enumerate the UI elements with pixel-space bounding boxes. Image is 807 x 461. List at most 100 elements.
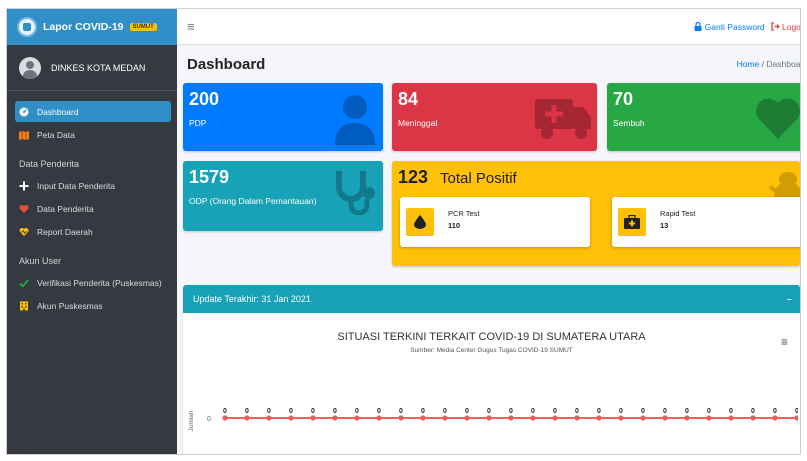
data-point bbox=[420, 415, 426, 421]
chart-subtitle: Sumber: Media Center Gugus Tugas COVID-1… bbox=[410, 347, 573, 354]
sidebar-item-label: Input Data Penderita bbox=[37, 180, 115, 191]
sidebar-item-report-daerah[interactable]: Report Daerah bbox=[17, 221, 171, 242]
data-point bbox=[596, 415, 602, 421]
data-label: 0 bbox=[223, 408, 227, 415]
data-label: 0 bbox=[289, 408, 293, 415]
stat-box-pdp: 200 PDP bbox=[183, 83, 383, 151]
change-password-label: Ganti Password bbox=[704, 21, 765, 32]
user-panel[interactable]: DINKES KOTA MEDAN bbox=[7, 45, 177, 91]
data-label: 0 bbox=[509, 408, 513, 415]
data-label: 0 bbox=[487, 408, 491, 415]
data-point bbox=[376, 415, 382, 421]
stat-box-total-positif: 123 Total Positif PCR Test 110 Rapid Tes… bbox=[392, 161, 800, 266]
rapid-test-title: Rapid Test bbox=[660, 209, 696, 218]
sidebar-item-dashboard[interactable]: Dashboard bbox=[15, 101, 171, 122]
map-icon bbox=[19, 130, 29, 140]
sidebar-item-verifikasi-penderita[interactable]: Verifikasi Penderita (Puskesmas) bbox=[17, 272, 171, 293]
sidebar-item-label: Report Daerah bbox=[37, 226, 93, 237]
ambulance-icon bbox=[535, 99, 591, 139]
data-point bbox=[288, 415, 294, 421]
data-label: 0 bbox=[245, 408, 249, 415]
data-label: 0 bbox=[685, 408, 689, 415]
data-point bbox=[640, 415, 646, 421]
check-icon bbox=[19, 278, 29, 288]
breadcrumb-home[interactable]: Home bbox=[737, 59, 760, 69]
blood-drop-icon bbox=[406, 208, 434, 236]
menu-toggle-icon[interactable]: ≡ bbox=[187, 19, 195, 34]
data-label: 0 bbox=[553, 408, 557, 415]
data-label: 0 bbox=[377, 408, 381, 415]
data-point bbox=[398, 415, 404, 421]
sidebar: Lapor COVID-19 SUMUT DINKES KOTA MEDAN D… bbox=[7, 9, 177, 454]
data-point bbox=[244, 415, 250, 421]
sidebar-item-akun-puskesmas[interactable]: Akun Puskesmas bbox=[17, 295, 171, 316]
data-label: 0 bbox=[443, 408, 447, 415]
data-point bbox=[508, 415, 514, 421]
data-label: 0 bbox=[597, 408, 601, 415]
sidebar-item-label: Data Penderita bbox=[37, 203, 94, 214]
change-password-link[interactable]: Ganti Password bbox=[694, 21, 765, 32]
sidebar-item-data-penderita[interactable]: Data Penderita bbox=[17, 198, 171, 219]
data-point bbox=[266, 415, 272, 421]
heart-icon bbox=[756, 98, 800, 139]
data-point bbox=[486, 415, 492, 421]
province-logo-icon bbox=[17, 17, 37, 37]
sembuh-value: 70 bbox=[613, 89, 634, 109]
pcr-test-value: 110 bbox=[448, 221, 461, 230]
chart-panel: Update Terakhir: 31 Jan 2021 – SITUASI T… bbox=[183, 285, 800, 454]
lock-icon bbox=[694, 21, 702, 31]
data-point bbox=[310, 415, 316, 421]
odp-label: ODP (Orang Dalam Pemantauan) bbox=[189, 196, 317, 206]
line-chart: Jumlah000000000000000000000000000000 bbox=[188, 408, 798, 431]
data-label: 0 bbox=[355, 408, 359, 415]
data-label: 0 bbox=[421, 408, 425, 415]
data-point bbox=[618, 415, 624, 421]
sidebar-item-label: Verifikasi Penderita (Puskesmas) bbox=[37, 277, 162, 288]
positif-value: 123 bbox=[398, 167, 429, 187]
nav-header-data-penderita: Data Penderita bbox=[19, 159, 80, 169]
collapse-button[interactable]: – bbox=[787, 294, 792, 304]
dashboard-icon bbox=[19, 107, 29, 117]
data-point bbox=[530, 415, 536, 421]
app-window: Lapor COVID-19 SUMUT DINKES KOTA MEDAN D… bbox=[6, 8, 801, 455]
data-point bbox=[662, 415, 668, 421]
data-label: 0 bbox=[619, 408, 623, 415]
stat-box-odp: 1579 ODP (Orang Dalam Pemantauan) bbox=[183, 161, 383, 231]
data-label: 0 bbox=[399, 408, 403, 415]
data-point bbox=[684, 415, 690, 421]
data-label: 0 bbox=[707, 408, 711, 415]
data-label: 0 bbox=[751, 408, 755, 415]
heartbeat-icon bbox=[19, 227, 29, 237]
sidebar-item-label: Akun Puskesmas bbox=[37, 300, 103, 311]
data-label: 0 bbox=[663, 408, 667, 415]
meninggal-label: Meninggal bbox=[398, 118, 438, 128]
pcr-test-title: PCR Test bbox=[448, 209, 480, 218]
sidebar-item-peta-data[interactable]: Peta Data bbox=[17, 124, 171, 145]
data-point bbox=[464, 415, 470, 421]
breadcrumb-current: Dashboard bbox=[766, 59, 801, 69]
data-label: 0 bbox=[773, 408, 777, 415]
building-icon bbox=[19, 301, 29, 311]
logout-link[interactable]: Logout bbox=[771, 21, 801, 32]
medkit-icon bbox=[618, 208, 646, 236]
data-point bbox=[772, 415, 778, 421]
content-header: Dashboard Home / Dashboard bbox=[177, 45, 800, 75]
data-point bbox=[222, 415, 228, 421]
sidebar-item-input-data-penderita[interactable]: Input Data Penderita bbox=[17, 175, 171, 196]
meninggal-value: 84 bbox=[398, 89, 419, 109]
data-point bbox=[706, 415, 712, 421]
logout-label: Logout bbox=[782, 21, 801, 32]
data-label: 0 bbox=[311, 408, 315, 415]
sembuh-label: Sembuh bbox=[613, 118, 645, 128]
brand[interactable]: Lapor COVID-19 SUMUT bbox=[7, 9, 177, 45]
y-axis-label: Jumlah bbox=[188, 410, 195, 431]
pdp-label: PDP bbox=[189, 118, 207, 128]
data-point bbox=[574, 415, 580, 421]
data-point bbox=[750, 415, 756, 421]
avatar bbox=[19, 56, 41, 79]
data-label: 0 bbox=[465, 408, 469, 415]
data-label: 0 bbox=[575, 408, 579, 415]
pcr-test-card: PCR Test 110 bbox=[400, 197, 590, 247]
chart-context-menu-icon[interactable]: ≡ bbox=[781, 335, 788, 349]
heart-icon bbox=[19, 204, 29, 214]
